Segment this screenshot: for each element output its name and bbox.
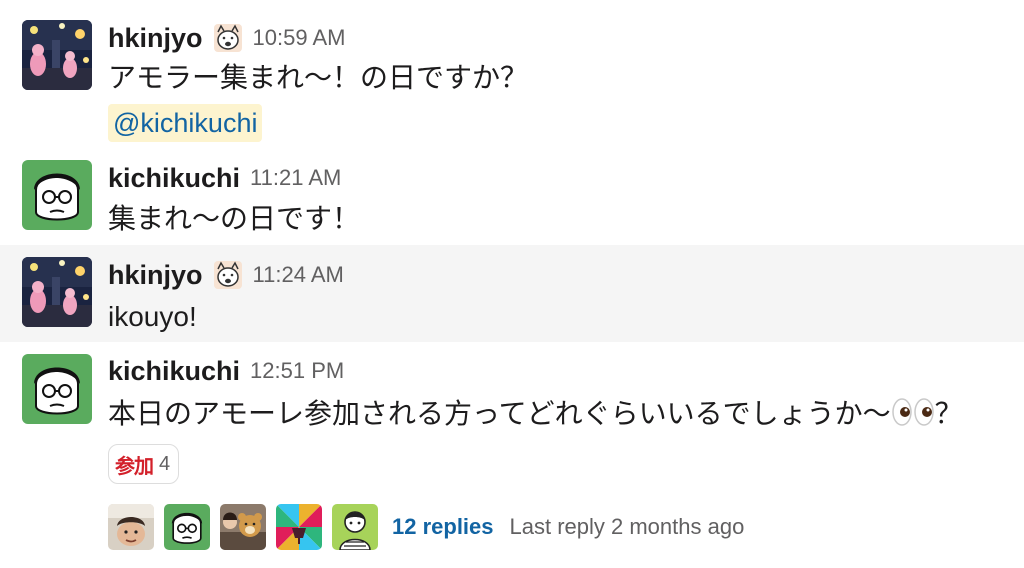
message-text-suffix: ？ [934,398,963,429]
message-header: hkinjyo 11:24 AM [108,257,344,293]
message-header: kichikuchi 12:51 PM [108,353,344,389]
username[interactable]: kichikuchi [108,163,240,194]
message-text: ikouyo! [108,301,197,332]
user-mention[interactable]: @kichikuchi [108,104,263,142]
message-text: アモラー集まれ〜！の日ですか？ [108,62,529,93]
glasses-face-icon [22,354,92,424]
reaction-button[interactable]: 参加 4 [108,444,180,484]
username[interactable]: hkinjyo [108,23,203,54]
timestamp[interactable]: 12:51 PM [250,358,344,384]
thread-avatar-3 [220,504,266,550]
avatar-kichikuchi[interactable] [22,354,92,424]
message-header: kichikuchi 11:21 AM [108,160,341,196]
message-3: hkinjyo 11:24 AM ikouyo! [0,245,1024,342]
thread-avatar-4 [276,504,322,550]
timestamp[interactable]: 11:24 AM [253,262,344,288]
thread-avatar-5 [332,504,378,550]
message-text: 本日のアモーレ参加される方ってどれぐらいいるでしょうか〜 ？ [108,396,963,432]
night-photo-icon [22,20,92,90]
message-2: kichikuchi 11:21 AM 集まれ〜の日です！ [0,150,1024,245]
message-text: 集まれ〜の日です！ [108,203,361,234]
face-sketch-icon[interactable] [213,260,243,290]
username[interactable]: hkinjyo [108,260,203,291]
face-sketch-icon[interactable] [213,23,243,53]
message-header: hkinjyo 10:59 AM [108,20,345,56]
thread-summary[interactable]: 12 replies Last reply 2 months ago [108,504,744,550]
message-4: kichikuchi 12:51 PM 本日のアモーレ参加される方ってどれぐらい… [0,342,1024,568]
night-photo-icon [22,257,92,327]
glasses-face-icon [22,160,92,230]
timestamp[interactable]: 10:59 AM [253,25,346,51]
message-list: hkinjyo 10:59 AM アモラー集まれ〜！の日ですか？ @kichik… [0,0,1024,568]
sanka-emoji-icon: 参加 [115,455,154,478]
timestamp[interactable]: 11:21 AM [250,165,341,191]
message-1: hkinjyo 10:59 AM アモラー集まれ〜！の日ですか？ @kichik… [0,0,1024,150]
thread-replies-link[interactable]: 12 replies [392,514,494,540]
username[interactable]: kichikuchi [108,356,240,387]
avatar-hkinjyo[interactable] [22,257,92,327]
avatar-kichikuchi[interactable] [22,160,92,230]
thread-last-reply: Last reply 2 months ago [509,514,745,539]
reaction-count: 4 [159,452,171,475]
thread-avatar-1 [108,504,154,550]
thread-avatar-2 [164,504,210,550]
avatar-hkinjyo[interactable] [22,20,92,90]
message-text-main: 本日のアモーレ参加される方ってどれぐらいいるでしょうか〜 [108,398,891,429]
eyes-emoji-icon [891,397,935,427]
